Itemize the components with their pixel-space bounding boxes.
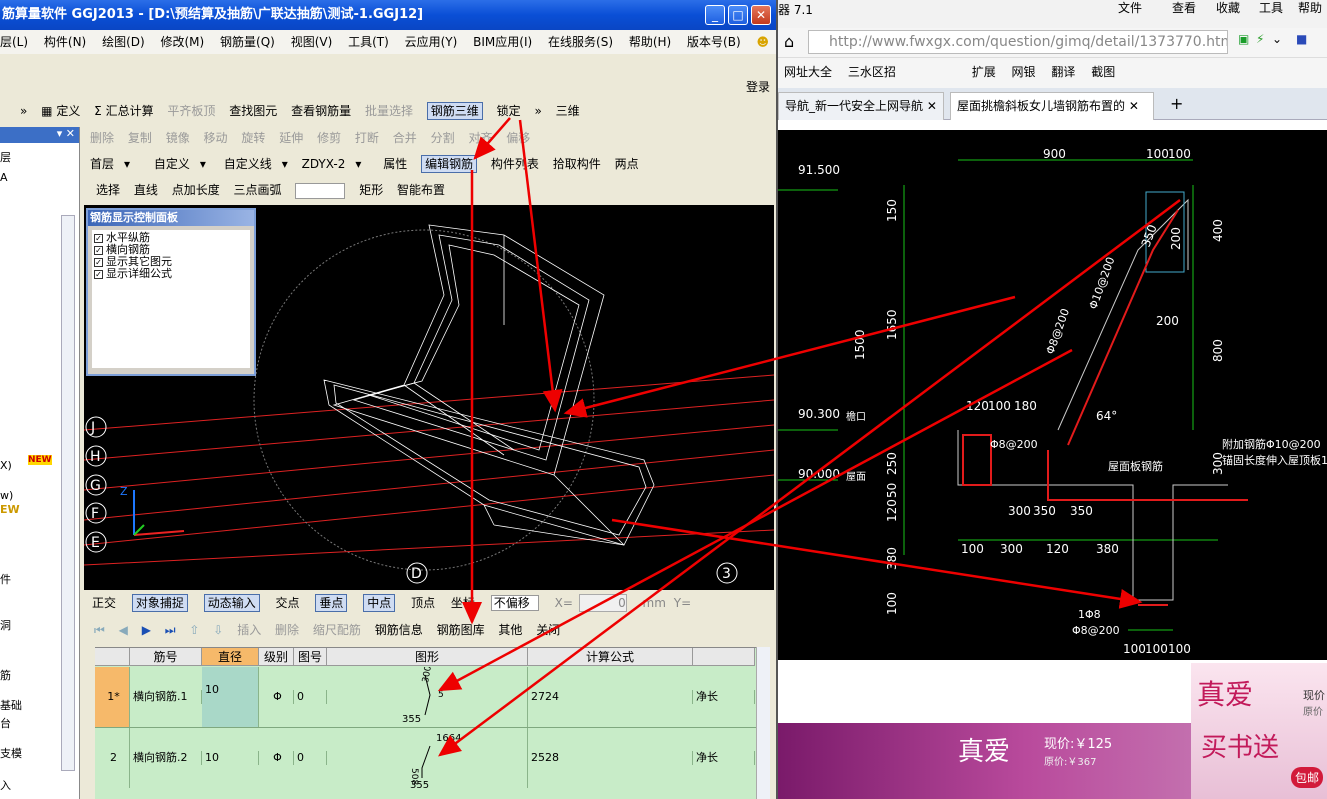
annotation-arrows bbox=[437, 117, 1181, 757]
annotation-arrows-overlay bbox=[437, 117, 1181, 757]
